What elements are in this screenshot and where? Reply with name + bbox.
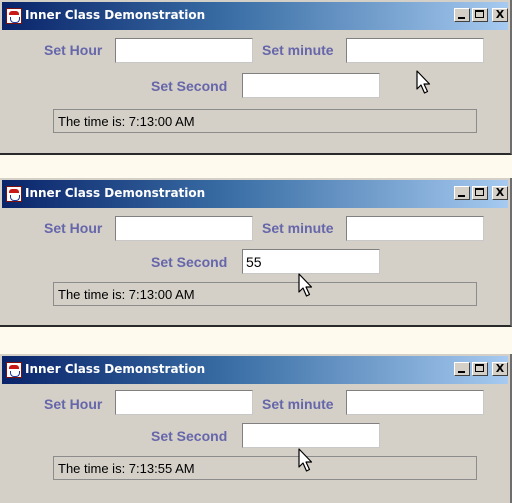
hour-input[interactable] [115, 390, 253, 415]
close-icon: X [495, 362, 505, 375]
second-input[interactable] [242, 249, 380, 274]
set-minute-label: Set minute [262, 220, 334, 236]
hour-input[interactable] [115, 38, 253, 63]
set-second-label: Set Second [151, 78, 228, 94]
set-hour-label: Set Hour [44, 396, 103, 412]
window-title: Inner Class Demonstration [25, 8, 206, 22]
window-title: Inner Class Demonstration [25, 362, 206, 376]
maximize-button[interactable] [472, 362, 488, 376]
maximize-icon [475, 10, 484, 18]
set-second-label: Set Second [151, 254, 228, 270]
demo-window-2: Inner Class Demonstration X Set Hour Set… [0, 178, 512, 327]
hour-input[interactable] [115, 216, 253, 241]
minimize-button[interactable] [454, 8, 470, 22]
mouse-pointer-icon [298, 448, 313, 472]
time-display: The time is: 7:13:00 AM [53, 109, 477, 133]
minimize-button[interactable] [454, 362, 470, 376]
minute-input[interactable] [346, 216, 484, 241]
close-button[interactable]: X [492, 362, 508, 376]
title-bar[interactable]: Inner Class Demonstration X [2, 356, 508, 384]
mouse-pointer-icon [416, 70, 431, 94]
java-app-icon[interactable] [6, 186, 22, 202]
close-icon: X [495, 186, 505, 199]
second-input[interactable] [242, 423, 380, 448]
window-title: Inner Class Demonstration [25, 186, 206, 200]
title-bar[interactable]: Inner Class Demonstration X [2, 180, 508, 208]
maximize-button[interactable] [472, 8, 488, 22]
close-button[interactable]: X [492, 186, 508, 200]
time-display: The time is: 7:13:55 AM [53, 456, 477, 480]
minimize-icon [458, 17, 465, 19]
set-hour-label: Set Hour [44, 220, 103, 236]
minute-input[interactable] [346, 38, 484, 63]
minimize-button[interactable] [454, 186, 470, 200]
set-hour-label: Set Hour [44, 42, 103, 58]
minute-input[interactable] [346, 390, 484, 415]
close-icon: X [495, 8, 505, 21]
mouse-pointer-icon [298, 273, 313, 297]
maximize-icon [475, 364, 484, 372]
set-second-label: Set Second [151, 428, 228, 444]
minimize-icon [458, 195, 465, 197]
set-minute-label: Set minute [262, 42, 334, 58]
close-button[interactable]: X [492, 8, 508, 22]
java-app-icon[interactable] [6, 362, 22, 378]
demo-window-3: Inner Class Demonstration X Set Hour Set… [0, 354, 512, 503]
java-app-icon[interactable] [6, 8, 22, 24]
second-input[interactable] [242, 73, 380, 98]
time-display: The time is: 7:13:00 AM [53, 282, 477, 306]
maximize-icon [475, 188, 484, 196]
maximize-button[interactable] [472, 186, 488, 200]
title-bar[interactable]: Inner Class Demonstration X [2, 2, 508, 30]
minimize-icon [458, 371, 465, 373]
demo-window-1: Inner Class Demonstration X Set Hour Set… [0, 0, 512, 155]
set-minute-label: Set minute [262, 396, 334, 412]
